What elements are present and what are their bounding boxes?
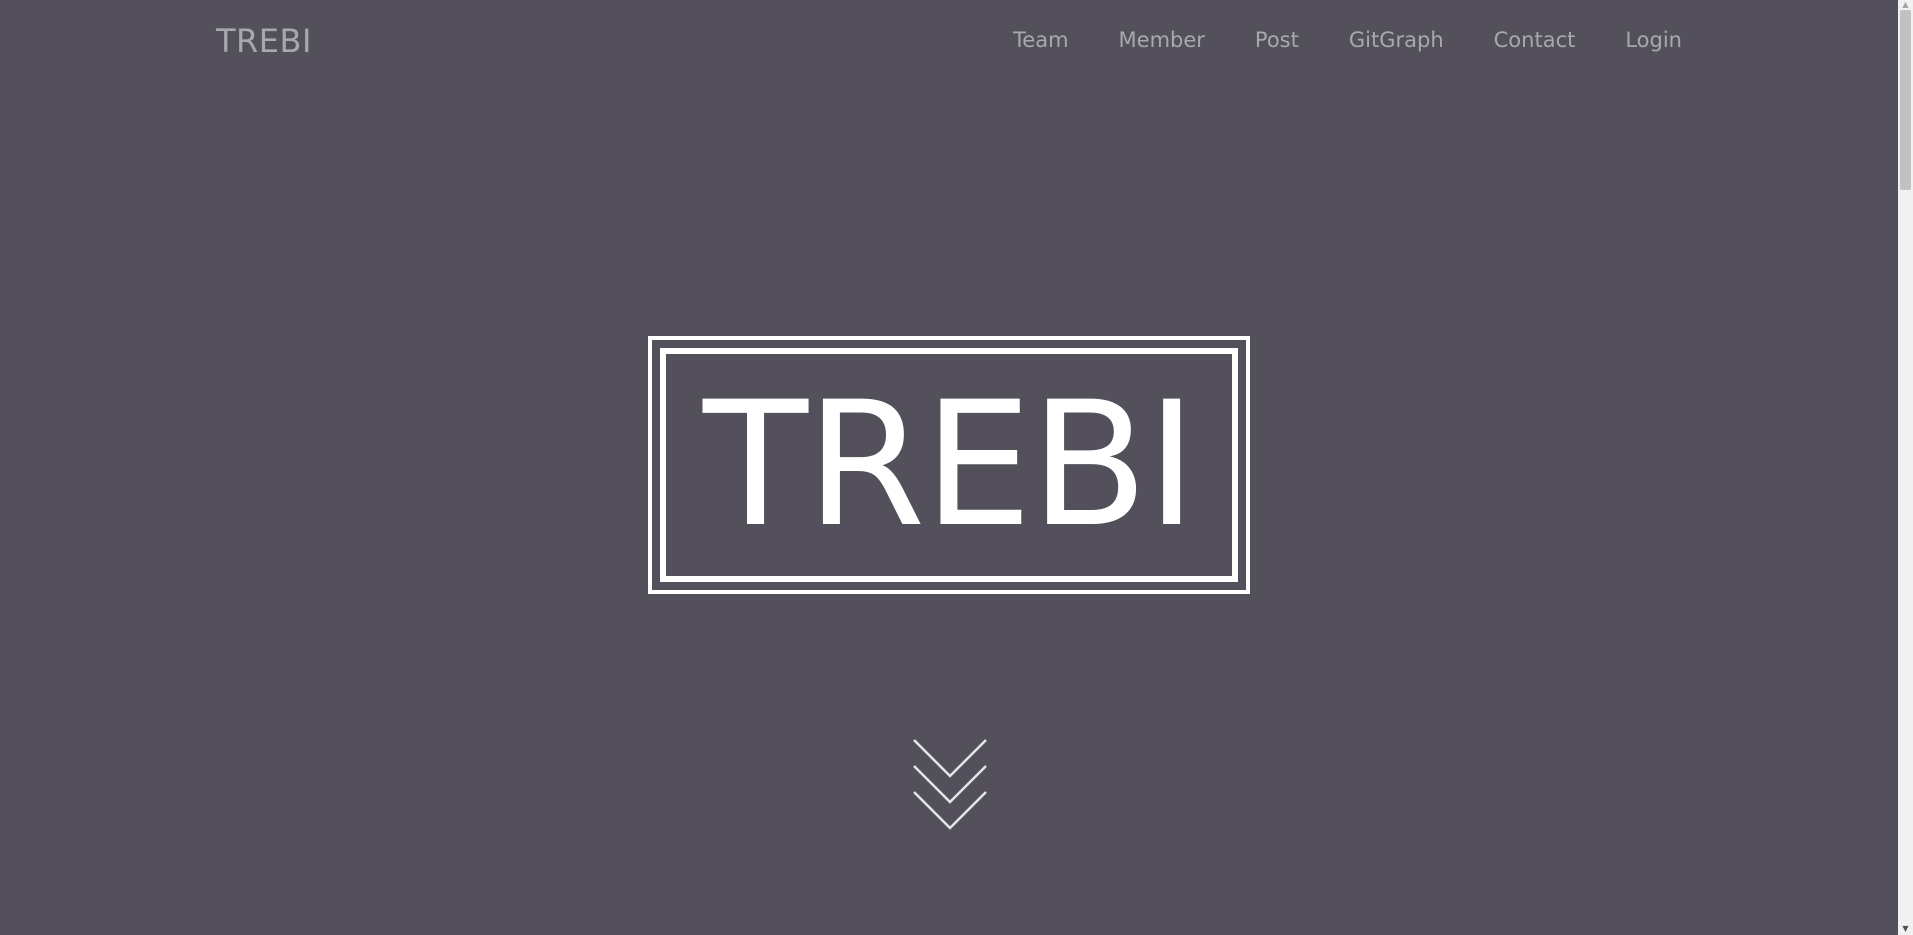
nav-link-contact[interactable]: Contact [1494,28,1576,52]
vertical-scrollbar[interactable]: ▲ ▼ [1898,0,1913,935]
brand-logo[interactable]: TREBI [216,22,312,60]
scroll-up-arrow-icon[interactable]: ▲ [1898,0,1913,10]
nav-links: Team Member Post GitGraph Contact Login [1013,28,1682,52]
nav-link-login[interactable]: Login [1625,28,1682,52]
hero-title: TREBI [703,364,1197,565]
hero-box: TREBI [648,336,1250,594]
nav-link-gitgraph[interactable]: GitGraph [1349,28,1444,52]
scrollbar-thumb[interactable] [1900,10,1911,190]
navbar: TREBI Team Member Post GitGraph Contact … [0,0,1898,84]
nav-link-member[interactable]: Member [1119,28,1205,52]
hero-inner-frame: TREBI [660,348,1238,582]
nav-link-post[interactable]: Post [1255,28,1299,52]
scroll-down-button[interactable] [912,737,988,833]
nav-link-team[interactable]: Team [1013,28,1069,52]
page: TREBI Team Member Post GitGraph Contact … [0,0,1913,935]
scroll-down-arrow-icon[interactable]: ▼ [1898,923,1913,935]
triple-chevron-down-icon [913,739,987,830]
